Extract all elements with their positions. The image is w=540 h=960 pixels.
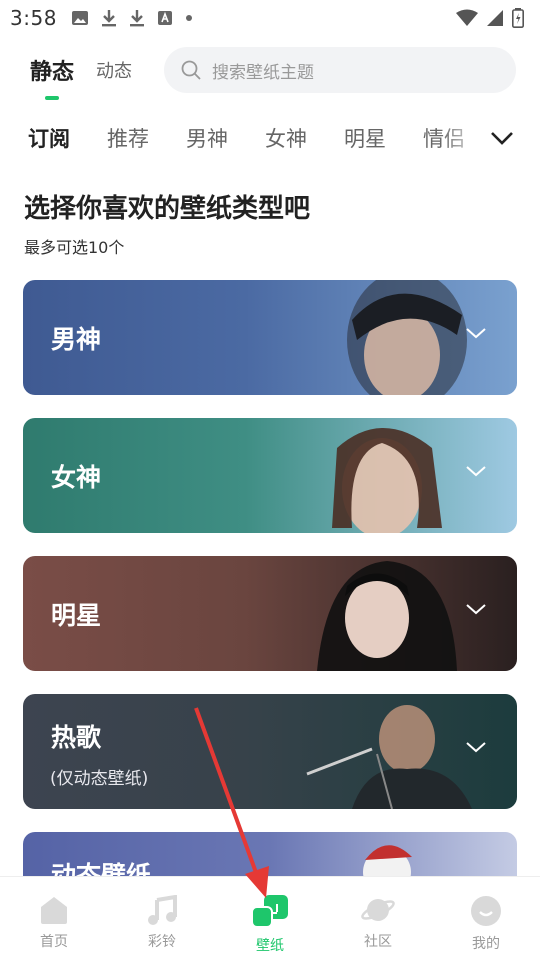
wifi-icon — [456, 9, 478, 27]
expand-categories-button[interactable] — [440, 116, 540, 160]
notification-icons — [71, 9, 193, 27]
category-card-female[interactable]: 女神 — [23, 418, 517, 533]
selection-hint: 最多可选10个 — [24, 238, 125, 257]
category-card-hot-songs[interactable]: 热歌 (仅动态壁纸) — [23, 694, 517, 809]
wallpaper-icon — [252, 895, 288, 928]
search-placeholder: 搜索壁纸主题 — [212, 62, 314, 83]
card-title: 男神 — [51, 325, 102, 354]
font-a-icon — [157, 10, 173, 26]
nav-profile[interactable]: 我的 — [432, 877, 540, 960]
category-card-star[interactable]: 明星 — [23, 556, 517, 671]
tab-dynamic-label: 动态 — [96, 61, 133, 82]
nav-label: 首页 — [40, 934, 68, 950]
battery-icon — [512, 8, 524, 28]
image-icon — [71, 10, 89, 26]
category-tabs: 订阅 推荐 男神 女神 明星 情侣 — [0, 116, 540, 160]
category-tab-star[interactable]: 明星 — [344, 123, 386, 153]
search-icon — [181, 60, 201, 80]
card-title: 热歌 — [51, 723, 102, 752]
chevron-down-icon — [491, 132, 513, 145]
category-tab-subscribe[interactable]: 订阅 — [28, 123, 70, 153]
nav-community[interactable]: 社区 — [324, 877, 432, 960]
nav-home[interactable]: 首页 — [0, 877, 108, 960]
chevron-down-icon[interactable] — [465, 602, 487, 616]
music-note-icon — [148, 895, 177, 925]
card-subtitle: (仅动态壁纸) — [50, 769, 149, 789]
status-bar: 3:58 — [0, 0, 540, 36]
chevron-down-icon[interactable] — [465, 326, 487, 340]
search-bar[interactable]: 搜索壁纸主题 — [164, 47, 516, 93]
tab-static-label: 静态 — [30, 60, 75, 85]
card-title: 女神 — [51, 463, 102, 492]
profile-icon — [471, 896, 501, 926]
page-heading: 选择你喜欢的壁纸类型吧 — [24, 194, 311, 224]
top-header: 静态 动态 搜索壁纸主题 — [0, 44, 540, 100]
nav-wallpaper[interactable]: 壁纸 — [216, 877, 324, 960]
download-icon — [129, 9, 145, 27]
category-tab-female[interactable]: 女神 — [265, 123, 307, 153]
nav-label: 我的 — [472, 936, 500, 952]
tab-static[interactable]: 静态 — [30, 54, 75, 100]
bottom-nav: 首页 彩铃 壁纸 社区 我的 — [0, 876, 540, 960]
status-time: 3:58 — [10, 6, 57, 30]
download-icon — [101, 9, 117, 27]
nav-ringtone[interactable]: 彩铃 — [108, 877, 216, 960]
category-tab-recommend[interactable]: 推荐 — [107, 123, 149, 153]
home-icon — [41, 897, 67, 924]
nav-label: 社区 — [364, 934, 392, 950]
card-title: 明星 — [51, 601, 102, 630]
nav-label: 彩铃 — [148, 934, 176, 950]
category-card-male[interactable]: 男神 — [23, 280, 517, 395]
active-tab-indicator — [45, 96, 59, 100]
category-tab-male[interactable]: 男神 — [186, 123, 228, 153]
dot-icon — [185, 14, 193, 22]
tab-dynamic[interactable]: 动态 — [96, 57, 132, 83]
planet-icon — [361, 899, 395, 921]
chevron-down-icon[interactable] — [465, 464, 487, 478]
chevron-down-icon[interactable] — [465, 740, 487, 754]
nav-label: 壁纸 — [256, 938, 284, 954]
signal-icon — [486, 9, 504, 27]
